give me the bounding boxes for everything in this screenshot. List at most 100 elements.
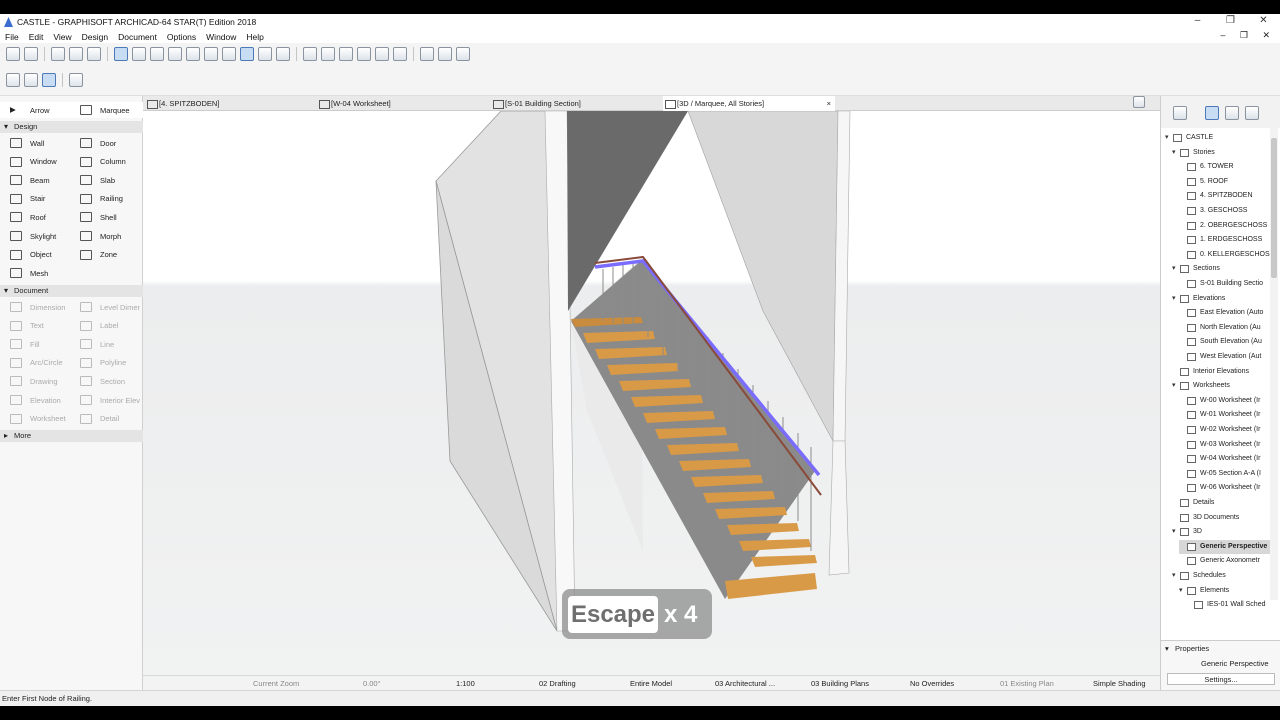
- tree-item[interactable]: ▾ Elements: [1179, 584, 1271, 598]
- expand-chevron-icon[interactable]: ▾: [1172, 379, 1180, 393]
- tape-icon[interactable]: [204, 47, 218, 61]
- intersect-icon[interactable]: [357, 47, 371, 61]
- drag-icon[interactable]: [438, 47, 452, 61]
- tab-spitzboden[interactable]: [4. SPITZBODEN]: [145, 96, 315, 111]
- tool-wall[interactable]: Wall: [10, 138, 44, 148]
- snap-guides-icon[interactable]: [132, 47, 146, 61]
- select-mode-icon[interactable]: [6, 73, 20, 87]
- tree-item[interactable]: ▾ Stories: [1172, 146, 1271, 160]
- tree-item[interactable]: Generic Perspective: [1179, 539, 1271, 554]
- pen-set-select[interactable]: 03 Architectural ...: [715, 676, 775, 691]
- tree-item[interactable]: 5. ROOF: [1179, 175, 1271, 189]
- trim-icon[interactable]: [303, 47, 317, 61]
- magic-wand-icon[interactable]: [240, 47, 254, 61]
- tool-drawing[interactable]: Drawing: [10, 376, 58, 387]
- tool-label[interactable]: Label: [80, 320, 118, 331]
- tree-item[interactable]: ▾ CASTLE: [1165, 131, 1271, 145]
- zoom-field[interactable]: Current Zoom: [253, 676, 299, 691]
- expand-chevron-icon[interactable]: ▾: [1172, 569, 1180, 583]
- tree-item[interactable]: IES-01 Wall Sched: [1186, 598, 1271, 612]
- offset-icon[interactable]: [393, 47, 407, 61]
- tab-list-icon[interactable]: [1133, 96, 1145, 108]
- trace-icon[interactable]: [258, 47, 272, 61]
- maximize-button[interactable]: ❐: [1214, 14, 1247, 30]
- lock-icon[interactable]: [222, 47, 236, 61]
- view-map-icon[interactable]: [1225, 106, 1239, 120]
- scrollbar-thumb[interactable]: [1271, 138, 1277, 278]
- cursor-icon[interactable]: [69, 73, 83, 87]
- redo-icon[interactable]: [24, 47, 38, 61]
- tool-elevation[interactable]: Elevation: [10, 395, 61, 405]
- suspend-groups-icon[interactable]: [186, 47, 200, 61]
- gravity-icon[interactable]: [150, 47, 164, 61]
- minimize-button[interactable]: –: [1181, 14, 1214, 30]
- grid-snap-icon[interactable]: [168, 47, 182, 61]
- eyedropper-icon[interactable]: [87, 47, 101, 61]
- tool-fill[interactable]: Fill: [10, 339, 40, 350]
- close-tab-icon[interactable]: ×: [827, 96, 831, 111]
- tool-morph[interactable]: Morph: [80, 231, 121, 241]
- tree-item[interactable]: 3D Documents: [1172, 511, 1271, 525]
- model-view-select[interactable]: Entire Model: [630, 676, 672, 691]
- tool-mesh[interactable]: Mesh: [10, 268, 48, 279]
- tab-building-section[interactable]: [S-01 Building Section]: [491, 96, 663, 111]
- tool-door[interactable]: Door: [80, 138, 116, 148]
- tree-item[interactable]: W-05 Section A-A (I: [1179, 467, 1271, 481]
- menu-file[interactable]: File: [0, 32, 24, 42]
- layer-combo-select[interactable]: 02 Drafting: [539, 676, 576, 691]
- tree-item[interactable]: ▾ 3D: [1172, 525, 1271, 539]
- tool-roof[interactable]: Roof: [10, 212, 46, 223]
- expand-chevron-icon[interactable]: ▾: [1172, 525, 1180, 539]
- tree-item[interactable]: S-01 Building Sectio: [1179, 277, 1271, 291]
- tool-window[interactable]: Window: [10, 156, 57, 167]
- tool-section[interactable]: Section: [80, 376, 125, 387]
- expand-chevron-icon[interactable]: ▾: [1172, 146, 1180, 160]
- close-window-button[interactable]: ✕: [1247, 14, 1280, 30]
- navigator-scrollbar[interactable]: [1270, 128, 1278, 600]
- expand-chevron-icon[interactable]: ▾: [1165, 131, 1173, 145]
- select-bounds-icon[interactable]: [24, 73, 38, 87]
- tree-item[interactable]: W-04 Worksheet (Ir: [1179, 452, 1271, 466]
- menu-edit[interactable]: Edit: [24, 32, 49, 42]
- tree-item[interactable]: ▾ Sections: [1172, 262, 1271, 276]
- shading-select[interactable]: Simple Shading: [1093, 676, 1146, 691]
- tree-item[interactable]: ▾ Worksheets: [1172, 379, 1271, 393]
- tree-item[interactable]: North Elevation (Au: [1179, 321, 1271, 335]
- guide-lines-icon[interactable]: [114, 47, 128, 61]
- more-section-header[interactable]: More: [0, 430, 143, 442]
- tree-item[interactable]: South Elevation (Au: [1179, 335, 1271, 349]
- tree-item[interactable]: ▾ Elevations: [1172, 292, 1271, 306]
- tree-item[interactable]: Details: [1172, 496, 1271, 510]
- tool-beam[interactable]: Beam: [10, 175, 50, 186]
- tool-arc-circle[interactable]: Arc/Circle: [10, 357, 63, 368]
- menu-options[interactable]: Options: [162, 32, 201, 42]
- tree-item[interactable]: 2. OBERGESCHOSS: [1179, 219, 1271, 233]
- expand-chevron-icon[interactable]: ▾: [1172, 262, 1180, 276]
- tab-worksheet[interactable]: [W-04 Worksheet]: [317, 96, 487, 111]
- properties-header[interactable]: Properties: [1161, 643, 1280, 655]
- tree-item[interactable]: 1. ERDGESCHOSS: [1179, 233, 1271, 247]
- adjust-icon[interactable]: [339, 47, 353, 61]
- menu-help[interactable]: Help: [241, 32, 268, 42]
- arrow-tool[interactable]: ▶ Arrow: [10, 105, 50, 115]
- tool-skylight[interactable]: Skylight: [10, 231, 56, 241]
- tool-stair[interactable]: Stair: [10, 193, 45, 204]
- settings-button[interactable]: Settings...: [1167, 673, 1275, 685]
- menu-window[interactable]: Window: [201, 32, 241, 42]
- renovation-filter-select[interactable]: 01 Existing Plan: [1000, 676, 1054, 691]
- project-map-icon[interactable]: [1205, 106, 1219, 120]
- override-select[interactable]: No Overrides: [910, 676, 954, 691]
- design-section-header[interactable]: Design: [0, 121, 143, 133]
- tool-slab[interactable]: Slab: [80, 175, 115, 186]
- tree-item[interactable]: W-02 Worksheet (Ir: [1179, 423, 1271, 437]
- tree-item[interactable]: W-00 Worksheet (Ir: [1179, 394, 1271, 408]
- tool-shell[interactable]: Shell: [80, 212, 117, 223]
- scale-select[interactable]: 1:100: [456, 676, 475, 691]
- tool-column[interactable]: Column: [80, 156, 126, 167]
- split-icon[interactable]: [321, 47, 335, 61]
- inject-icon[interactable]: [69, 47, 83, 61]
- undo-icon[interactable]: [6, 47, 20, 61]
- orbit-icon[interactable]: [42, 73, 56, 87]
- tree-item[interactable]: W-01 Worksheet (Ir: [1179, 408, 1271, 422]
- tool-line[interactable]: Line: [80, 339, 114, 350]
